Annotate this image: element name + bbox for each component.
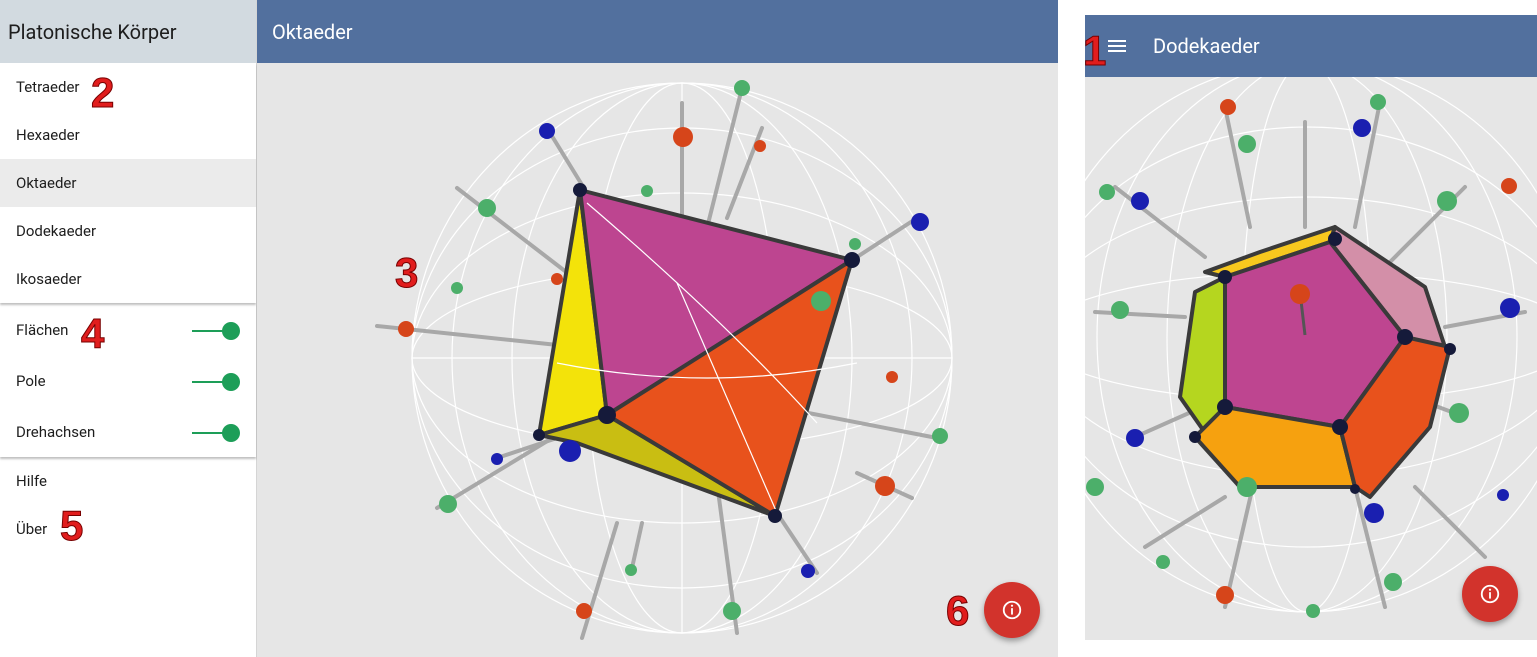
- toggle-label-pole: Pole: [16, 371, 46, 390]
- flaechen-toggle[interactable]: [192, 322, 242, 340]
- main-3d-panel: Oktaeder: [257, 0, 1058, 657]
- nav-item-ueber[interactable]: Über: [0, 505, 256, 553]
- octahedron-faces: [537, 188, 854, 518]
- toggle-row-drehachsen: Drehachsen: [0, 406, 256, 457]
- hamburger-menu-icon[interactable]: [1107, 38, 1127, 54]
- nav-item-hexaeder[interactable]: Hexaeder: [0, 111, 256, 159]
- info-icon: [1480, 584, 1500, 604]
- main-info-button[interactable]: [984, 582, 1040, 638]
- dodecahedron-faces: [1178, 225, 1452, 499]
- nav-item-hilfe[interactable]: Hilfe: [0, 457, 256, 505]
- callout-2: 2: [90, 69, 115, 116]
- nav-item-tetraeder[interactable]: Tetraeder: [0, 63, 256, 111]
- side-info-button[interactable]: [1462, 566, 1518, 622]
- info-icon: [1002, 600, 1022, 620]
- help-links: Hilfe Über: [0, 457, 256, 553]
- toggle-row-flaechen: Flächen: [0, 304, 256, 355]
- nav-item-ikosaeder[interactable]: Ikosaeder: [0, 255, 256, 303]
- drawer-title: Platonische Körper: [0, 0, 256, 63]
- side-view-title: Dodekaeder: [1153, 34, 1260, 58]
- solid-list: Tetraeder Hexaeder Oktaeder Dodekaeder I…: [0, 63, 256, 303]
- nav-item-oktaeder[interactable]: Oktaeder: [0, 159, 256, 207]
- callout-5: 5: [59, 502, 84, 549]
- dodecahedron-canvas[interactable]: [1085, 77, 1537, 640]
- octahedron-canvas[interactable]: [257, 63, 1058, 657]
- navigation-drawer: Platonische Körper Tetraeder Hexaeder Ok…: [0, 0, 257, 657]
- toggle-row-pole: Pole: [0, 355, 256, 406]
- drehachsen-toggle[interactable]: [192, 424, 242, 442]
- callout-4: 4: [80, 310, 105, 357]
- side-3d-panel: Dodekaeder: [1085, 15, 1537, 640]
- toggle-label-flaechen: Flächen: [16, 320, 69, 339]
- callout-1: 1: [1082, 27, 1107, 74]
- main-view-title: Oktaeder: [272, 19, 353, 44]
- main-app-bar: Oktaeder: [257, 0, 1058, 63]
- nav-item-dodekaeder[interactable]: Dodekaeder: [0, 207, 256, 255]
- pole-toggle[interactable]: [192, 373, 242, 391]
- callout-3: 3: [394, 249, 419, 296]
- toggle-label-drehachsen: Drehachsen: [16, 422, 96, 441]
- callout-6: 6: [945, 587, 970, 634]
- display-toggles: Flächen Pole Drehachsen: [0, 303, 256, 457]
- side-app-bar: Dodekaeder: [1085, 15, 1537, 77]
